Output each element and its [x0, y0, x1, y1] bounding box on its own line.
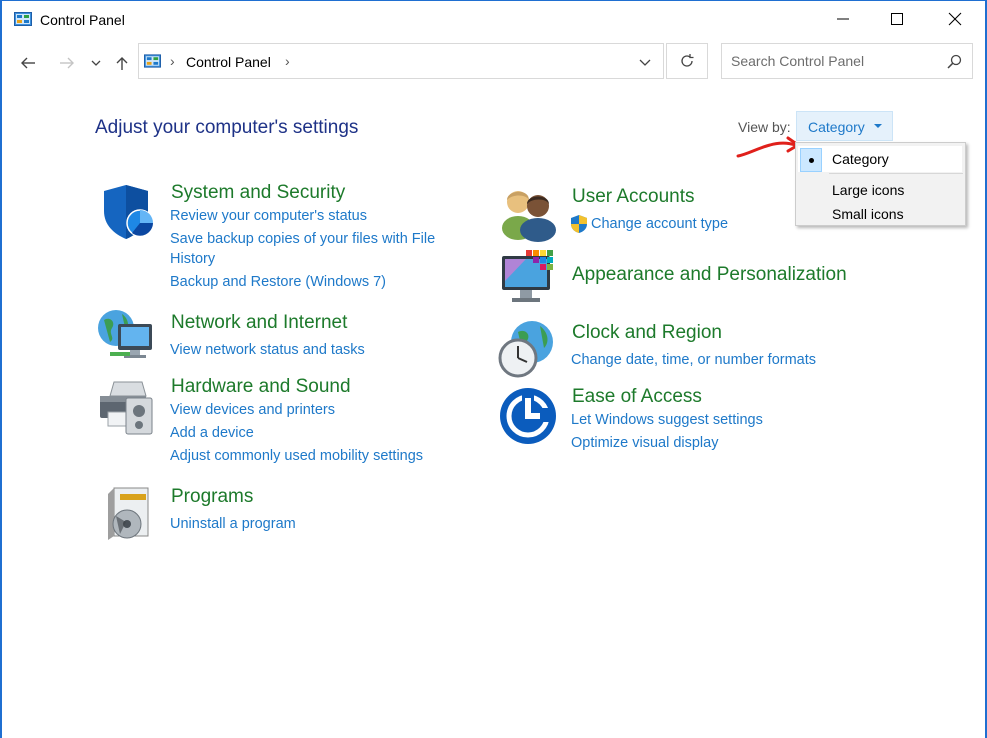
title-bar[interactable]: Control Panel [2, 1, 985, 37]
link-windows-suggest[interactable]: Let Windows suggest settings [571, 412, 763, 428]
search-icon[interactable] [947, 54, 962, 69]
link-devices-printers[interactable]: View devices and printers [170, 402, 335, 418]
link-date-time-formats[interactable]: Change date, time, or number formats [571, 352, 816, 368]
link-review-status[interactable]: Review your computer's status [170, 208, 367, 224]
link-save-backup-history[interactable]: History [170, 251, 215, 267]
red-arrow-annotation [736, 136, 800, 158]
user-accounts-icon[interactable] [498, 182, 558, 242]
appearance-monitor-icon[interactable] [498, 248, 558, 308]
forward-button[interactable] [56, 52, 78, 74]
uac-shield-icon [571, 215, 587, 233]
category-clock-region[interactable]: Clock and Region [572, 322, 722, 344]
view-by-value[interactable]: Category [808, 119, 865, 135]
link-optimize-visual[interactable]: Optimize visual display [571, 435, 718, 451]
page-title: Adjust your computer's settings [95, 117, 359, 138]
clock-globe-icon[interactable] [496, 318, 556, 378]
control-panel-icon [144, 54, 161, 68]
printer-icon[interactable] [96, 378, 156, 438]
address-bar[interactable]: › Control Panel › [138, 43, 664, 79]
back-button[interactable] [17, 52, 39, 74]
minimize-icon [837, 18, 849, 20]
window-title: Control Panel [40, 12, 125, 28]
recent-locations-button[interactable] [86, 52, 106, 74]
category-system-security[interactable]: System and Security [171, 182, 345, 204]
breadcrumb-chevron-icon[interactable]: › [170, 53, 175, 69]
link-mobility-settings[interactable]: Adjust commonly used mobility settings [170, 448, 423, 464]
caret-down-icon [874, 124, 882, 128]
category-user-accounts[interactable]: User Accounts [572, 186, 695, 208]
close-button[interactable] [932, 1, 978, 37]
category-network-internet[interactable]: Network and Internet [171, 312, 347, 334]
category-programs[interactable]: Programs [171, 486, 253, 508]
link-save-backup[interactable]: Save backup copies of your files with Fi… [170, 231, 435, 247]
menu-divider [829, 173, 963, 174]
refresh-button[interactable] [666, 43, 708, 79]
chevron-down-icon[interactable] [637, 54, 653, 70]
maximize-icon [891, 13, 903, 25]
chevron-down-icon [91, 60, 101, 66]
search-box[interactable] [721, 43, 973, 79]
category-appearance[interactable]: Appearance and Personalization [572, 264, 847, 286]
breadcrumb-control-panel[interactable]: Control Panel [186, 54, 271, 70]
link-add-device[interactable]: Add a device [170, 425, 254, 441]
menu-item-category-label[interactable]: Category [832, 151, 889, 167]
link-uninstall-program[interactable]: Uninstall a program [170, 516, 296, 532]
system-security-shield-icon[interactable] [96, 181, 156, 241]
arrow-right-icon [60, 57, 74, 69]
view-by-menu[interactable]: Category Large icons Small icons [795, 142, 966, 226]
window-border-left [0, 0, 2, 738]
selected-marker [800, 148, 822, 172]
control-panel-icon [14, 12, 32, 26]
arrow-left-icon [21, 57, 35, 69]
breadcrumb-chevron-icon[interactable]: › [285, 53, 290, 69]
link-backup-restore[interactable]: Backup and Restore (Windows 7) [170, 274, 386, 290]
up-button[interactable] [111, 52, 133, 74]
menu-item-small-icons[interactable]: Small icons [832, 206, 904, 222]
link-network-status[interactable]: View network status and tasks [170, 342, 365, 358]
link-change-account-type[interactable]: Change account type [591, 216, 728, 232]
refresh-icon [681, 54, 694, 67]
close-icon [948, 12, 962, 26]
ease-of-access-icon[interactable] [498, 386, 558, 446]
view-by-label: View by: [738, 119, 791, 135]
menu-item-large-icons[interactable]: Large icons [832, 182, 904, 198]
search-input[interactable] [731, 53, 931, 69]
category-ease-of-access[interactable]: Ease of Access [572, 386, 702, 408]
programs-disc-box-icon[interactable] [100, 484, 160, 544]
network-globe-icon[interactable] [96, 306, 156, 366]
arrow-up-icon [116, 57, 128, 70]
minimize-button[interactable] [820, 1, 866, 37]
maximize-button[interactable] [874, 1, 920, 37]
view-by-dropdown[interactable]: Category [796, 111, 893, 141]
bullet-icon [809, 158, 814, 163]
category-hardware-sound[interactable]: Hardware and Sound [171, 376, 351, 398]
